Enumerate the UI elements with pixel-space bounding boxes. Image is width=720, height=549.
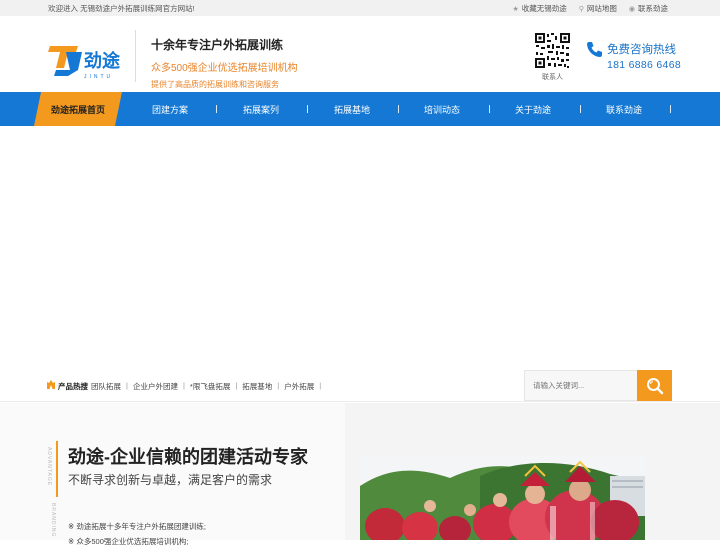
nav-separator [216,105,217,113]
contact-link[interactable]: ◉ 联系劲途 [629,3,668,14]
nav-item-news[interactable]: 培训动态 [412,92,472,126]
hot-search-links: 团队拓展 | 企业户外团建 | *限飞盘拓展 | 拓展基地 | 户外拓展 | [91,381,322,392]
intro-point: ※ 众多500强企业优选拓展培训机构; [68,537,189,546]
flame-icon [47,380,55,389]
nav-separator [489,105,490,113]
top-links: ★ 收藏无锡劲途 ⚲ 网站地图 ◉ 联系劲途 [512,3,668,14]
vertical-watermark: ADVANTAGE [46,447,52,487]
hot-link[interactable]: 企业户外团建 [133,381,178,392]
intro-points: ※ 劲途拓展十多年专注户外拓展团建训练; ※ 众多500强企业优选拓展培训机构; [68,519,206,549]
search-icon [646,377,663,394]
intro-title: 劲途-企业信赖的团建活动专家 [68,447,308,467]
qr-label: 联系人 [542,74,563,81]
nav-item-cases[interactable]: 拓展案列 [231,92,291,126]
vertical-watermark: BRANDING [50,503,56,538]
site-header: 劲途 JINTU 十余年专注户外拓展训练 众多500强企业优选拓展培训机构 提供… [0,16,720,92]
hot-search-label: 产品热搜 [58,382,88,391]
welcome-text: 欢迎进入 无锡劲途户外拓展训练网官方网站! [48,4,195,13]
hotline[interactable]: 免费咨询热线 181 6886 6468 [586,41,681,71]
qr-code [534,32,571,69]
nav-item-bases[interactable]: 拓展基地 [322,92,382,126]
nav-separator [398,105,399,113]
slogan-title: 十余年专注户外拓展训练 [151,38,284,52]
header-divider [135,30,136,82]
search-input[interactable] [524,370,637,401]
phone-icon [587,42,602,57]
slogan: 十余年专注户外拓展训练 众多500强企业优选拓展培训机构 提供了高品质的拓展训练… [151,36,298,90]
hotline-title: 免费咨询热线 [607,44,676,56]
slogan-highlight: 众多500强企业优选拓展培训机构 [151,63,298,74]
nav-separator [670,105,671,113]
nav-item-plans[interactable]: 团建方案 [140,92,200,126]
hotline-number[interactable]: 181 6886 6468 [607,59,681,71]
site-logo[interactable]: 劲途 JINTU [48,38,124,84]
nav-item-home[interactable]: 劲途拓展首页 [34,92,122,126]
accent-bar [56,441,58,497]
hero-banner[interactable] [0,126,720,368]
nav-separator [307,105,308,113]
star-icon: ★ [512,5,519,13]
hot-search-bar: 产品热搜 团队拓展 | 企业户外团建 | *限飞盘拓展 | 拓展基地 | 户外拓展 | [0,368,720,402]
logo-text: 劲途 [84,50,121,71]
nav-separator [580,105,581,113]
sitemap-link[interactable]: ⚲ 网站地图 [579,3,617,14]
intro-subtitle: 不断寻求创新与卓越，满足客户的需求 [68,473,273,487]
eye-icon: ◉ [628,5,635,13]
bookmark-link[interactable]: ★ 收藏无锡劲途 [512,3,566,14]
nav-item-about[interactable]: 关于劲途 [503,92,563,126]
hot-link[interactable]: 拓展基地 [242,381,272,392]
nav-item-contact[interactable]: 联系劲途 [594,92,654,126]
intro-point: ※ 劲途拓展十多年专注户外拓展团建训练; [68,522,206,531]
map-pin-icon: ⚲ [578,5,584,13]
team-photo [360,456,645,540]
slogan-small: 提供了高品质的拓展训练和咨询服务 [151,80,279,89]
hot-link[interactable]: *限飞盘拓展 [190,381,230,392]
intro-section: ADVANTAGE BRANDING 劲途-企业信赖的团建活动专家 不断寻求创新… [0,403,720,546]
hot-link[interactable]: 户外拓展 [284,381,314,392]
hot-link[interactable]: 团队拓展 [91,381,121,392]
logo-subtext: JINTU [84,74,113,80]
search-button[interactable] [637,370,672,401]
top-bar: 欢迎进入 无锡劲途户外拓展训练网官方网站! ★ 收藏无锡劲途 ⚲ 网站地图 ◉ 联系劲… [0,0,720,16]
main-nav: 劲途拓展首页 团建方案 拓展案列 拓展基地 培训动态 关于劲途 联系劲途 [0,92,720,126]
